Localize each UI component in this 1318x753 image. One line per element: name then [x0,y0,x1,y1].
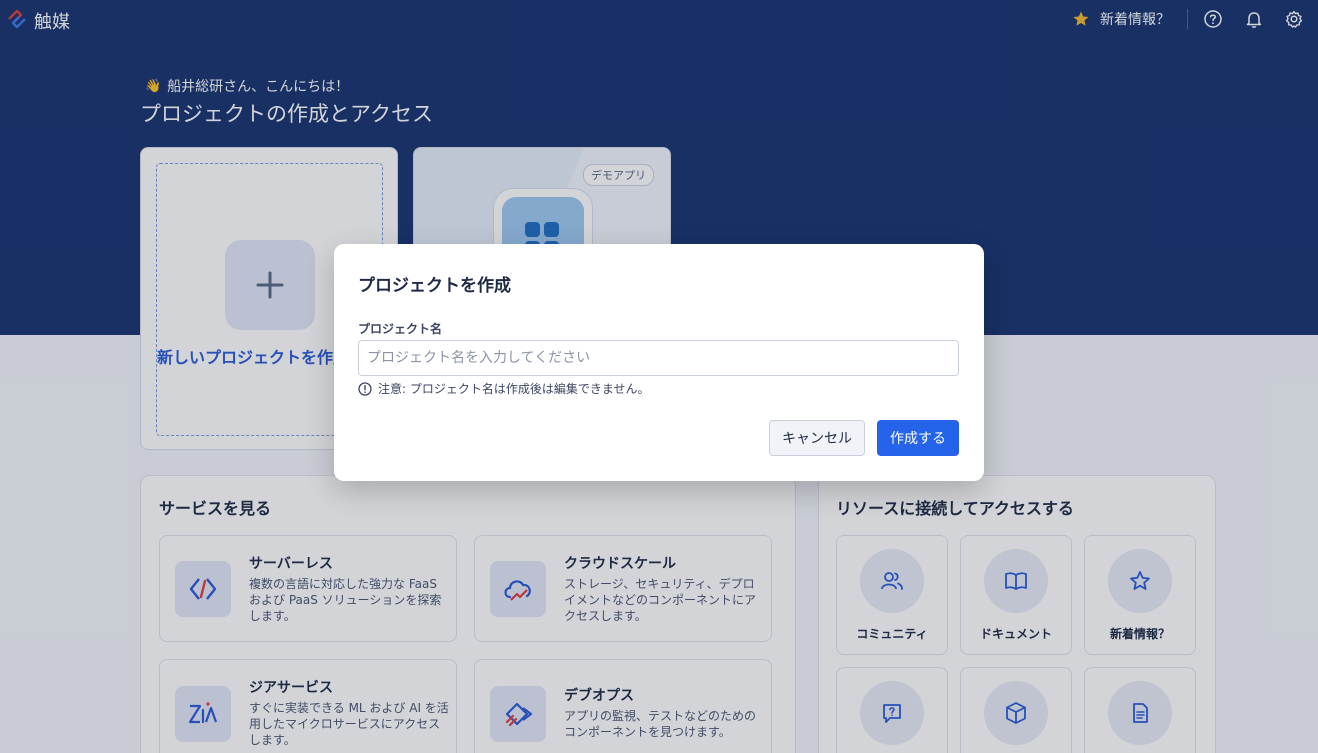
cancel-button[interactable]: キャンセル [769,420,865,456]
info-alert-icon [358,381,372,396]
note-text: 注意: プロジェクト名は作成後は編集できません。 [378,382,650,396]
project-name-input[interactable] [358,340,959,376]
dialog-title: プロジェクトを作成 [358,276,511,296]
edit-warning-note: 注意: プロジェクト名は作成後は編集できません。 [358,380,650,397]
project-name-label: プロジェクト名 [358,322,443,336]
create-button[interactable]: 作成する [877,420,959,456]
create-project-dialog: プロジェクトを作成 プロジェクト名 注意: プロジェクト名は作成後は編集できませ… [334,244,984,481]
